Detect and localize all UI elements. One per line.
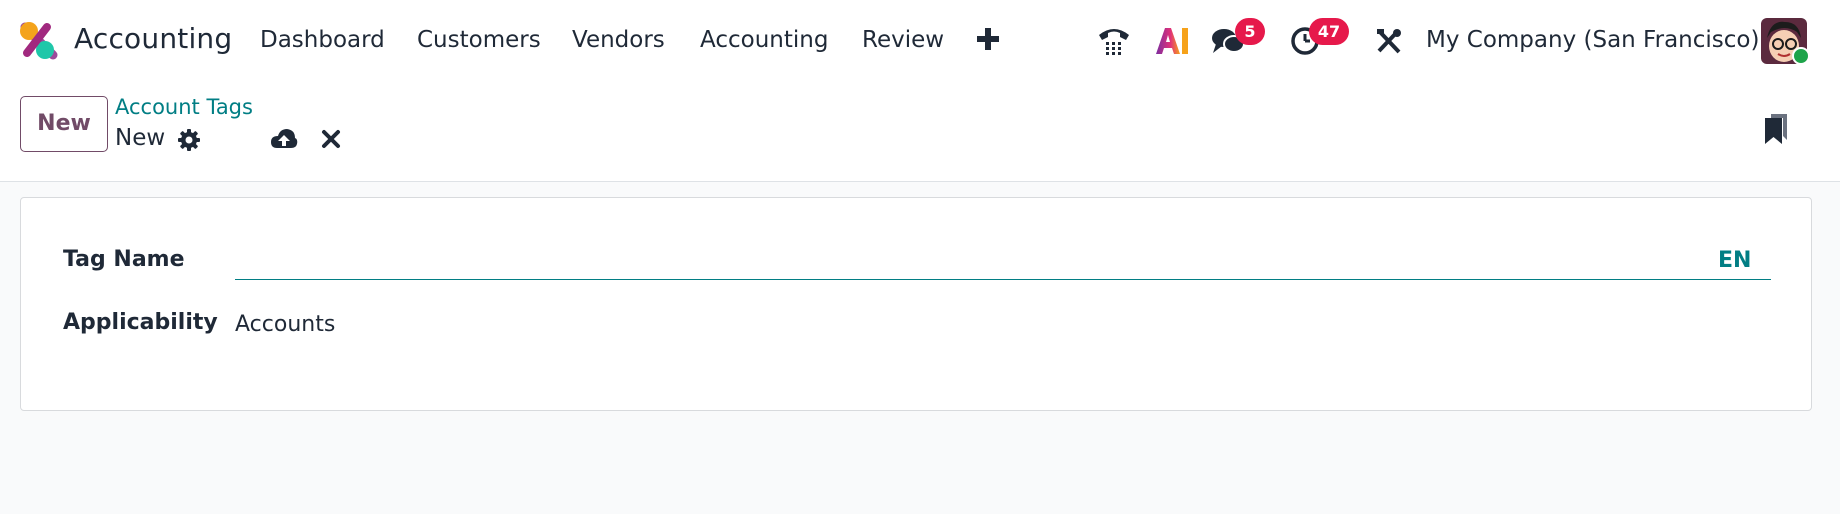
activities-badge: 47 [1309,18,1349,45]
new-button[interactable]: New [20,96,108,152]
app-logo-icon[interactable] [19,21,59,61]
menu-dashboard[interactable]: Dashboard [260,27,385,53]
language-button[interactable]: EN [1718,248,1751,273]
tag-name-input[interactable] [235,242,1771,280]
bookmark-icon[interactable] [1762,110,1790,146]
menu-review[interactable]: Review [862,27,944,53]
menu-vendors[interactable]: Vendors [572,27,665,53]
tag-name-label: Tag Name [63,247,185,272]
gear-icon[interactable] [177,128,201,152]
form-sheet: Tag Name EN Applicability Accounts [20,197,1812,411]
phone-icon[interactable] [1097,25,1131,57]
presence-status-dot [1792,47,1810,65]
breadcrumb-account-tags[interactable]: Account Tags [115,95,253,119]
control-panel: New Account Tags New [0,80,1840,182]
cloud-upload-icon[interactable] [270,126,298,152]
messages-badge: 5 [1235,18,1265,45]
company-switcher[interactable]: My Company (San Francisco) [1426,27,1759,53]
applicability-field[interactable]: Accounts [235,312,335,337]
menu-accounting[interactable]: Accounting [700,27,828,53]
menu-customers[interactable]: Customers [417,27,541,53]
breadcrumb-current: New [115,125,166,151]
app-title[interactable]: Accounting [74,22,232,55]
ai-icon[interactable] [1154,26,1190,56]
tools-icon[interactable] [1374,26,1404,56]
close-icon[interactable] [320,128,342,150]
plus-icon[interactable] [975,26,1001,52]
top-navbar: Accounting Dashboard Customers Vendors A… [0,0,1840,80]
applicability-label: Applicability [63,310,218,335]
